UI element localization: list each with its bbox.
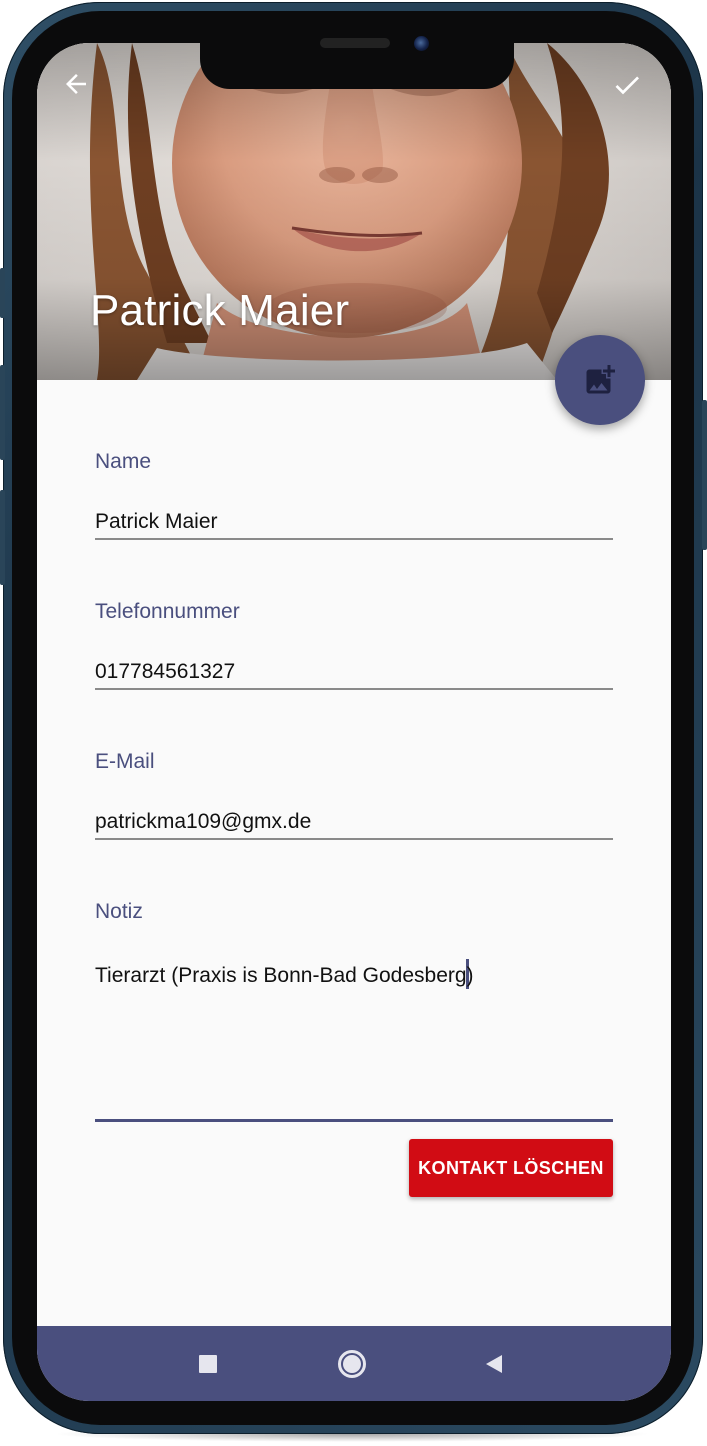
front-camera [414,36,429,51]
phone-label: Telefonnummer [95,600,240,623]
note-text: Tierarzt (Praxis is Bonn-Bad Godesberg [95,964,467,987]
phone-side-button [0,365,5,460]
back-button[interactable] [61,69,105,113]
note-field: Notiz Tierarzt (Praxis is Bonn-Bad Godes… [95,900,613,1125]
circle-home-icon [338,1350,366,1378]
home-button[interactable] [334,1346,370,1382]
email-field: E-Mail patrickma109@gmx.de [95,750,613,840]
phone-field: Telefonnummer 017784561327 [95,600,613,690]
save-button[interactable] [611,69,655,113]
home-icon-dot [343,1355,361,1373]
checkmark-icon [615,76,639,95]
phone-side-button [702,400,707,550]
note-underline [95,1119,613,1122]
note-text-end: ) [466,964,474,987]
phone-side-button [0,268,5,318]
name-input[interactable]: Patrick Maier [95,510,613,534]
system-navigation-bar [37,1326,671,1401]
contact-photo-header: Patrick Maier [37,43,671,380]
recents-button[interactable] [190,1346,226,1382]
phone-side-button [0,490,5,585]
phone-notch [200,43,514,89]
triangle-back-icon [486,1355,502,1373]
phone-input[interactable]: 017784561327 [95,660,613,684]
phone-speaker [320,38,390,48]
phone-underline [95,688,613,690]
arrow-back-icon [66,74,86,94]
change-photo-button[interactable] [555,335,645,425]
contact-name-title: Patrick Maier [90,286,350,335]
name-underline [95,538,613,540]
system-back-button[interactable] [476,1346,512,1382]
app-screen: Patrick Maier Name Patrick Maier Telefon… [37,43,671,1401]
note-label: Notiz [95,900,143,923]
note-input[interactable]: Tierarzt (Praxis is Bonn-Bad Godesberg) [95,959,613,989]
add-photo-icon [586,365,615,394]
name-label: Name [95,450,152,473]
email-label: E-Mail [95,750,155,773]
name-field: Name Patrick Maier [95,450,613,540]
email-input[interactable]: patrickma109@gmx.de [95,810,613,834]
square-recents-icon [199,1355,217,1373]
delete-contact-button[interactable]: KONTAKT LÖSCHEN [409,1139,613,1197]
email-underline [95,838,613,840]
